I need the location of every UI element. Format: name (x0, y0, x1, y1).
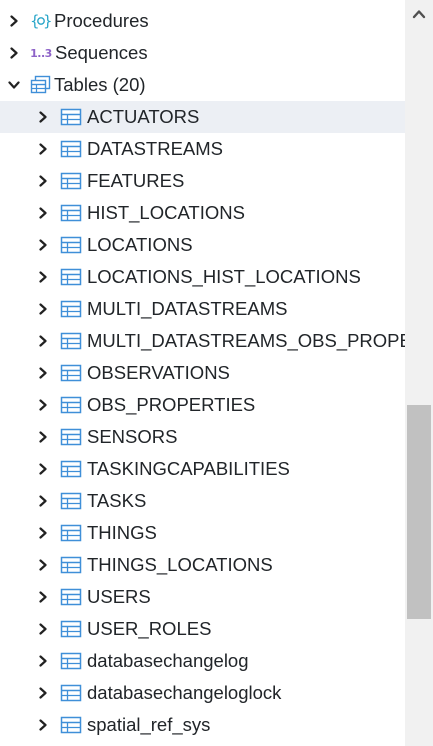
table-node[interactable]: HIST_LOCATIONS (0, 197, 405, 229)
table-icon (60, 331, 82, 351)
chevron-right-icon[interactable] (35, 653, 51, 669)
table-icon (60, 651, 82, 671)
tree-node-label: Procedures (54, 10, 149, 31)
table-node-label: MULTI_DATASTREAMS_OBS_PROPE (87, 330, 405, 351)
table-node-label: HIST_LOCATIONS (87, 202, 245, 223)
table-node[interactable]: TASKINGCAPABILITIES (0, 453, 405, 485)
table-icon (60, 459, 82, 479)
table-node[interactable]: MULTI_DATASTREAMS_OBS_PROPE (0, 325, 405, 357)
table-node[interactable]: THINGS_LOCATIONS (0, 549, 405, 581)
chevron-up-icon (412, 10, 426, 19)
table-icon (60, 555, 82, 575)
table-node-label: DATASTREAMS (87, 138, 224, 159)
table-node[interactable]: DATASTREAMS (0, 133, 405, 165)
table-node-label: OBS_PROPERTIES (87, 394, 256, 415)
table-node-label: spatial_ref_sys (87, 714, 211, 735)
chevron-right-icon[interactable] (35, 429, 51, 445)
table-icon (60, 299, 82, 319)
table-node[interactable]: THINGS (0, 517, 405, 549)
chevron-down-icon[interactable] (6, 77, 22, 93)
table-icon (60, 139, 82, 159)
tree-node-label: Sequences (55, 42, 148, 63)
chevron-right-icon[interactable] (35, 493, 51, 509)
table-node[interactable]: LOCATIONS (0, 229, 405, 261)
chevron-right-icon[interactable] (35, 237, 51, 253)
object-explorer-tree: { } Procedures 1..3 Sequences Tables (20… (0, 0, 405, 746)
table-icon (60, 171, 82, 191)
vertical-scrollbar[interactable] (405, 0, 433, 746)
table-node-label: THINGS_LOCATIONS (87, 554, 273, 575)
chevron-right-icon[interactable] (35, 109, 51, 125)
table-node-label: databasechangeloglock (87, 682, 282, 703)
table-node-label: USERS (87, 586, 151, 607)
chevron-right-icon[interactable] (35, 269, 51, 285)
chevron-right-icon[interactable] (35, 589, 51, 605)
scroll-up-button[interactable] (405, 0, 433, 28)
chevron-right-icon[interactable] (35, 461, 51, 477)
table-icon (60, 235, 82, 255)
table-icon (60, 267, 82, 287)
table-icon (60, 619, 82, 639)
table-node-label: OBSERVATIONS (87, 362, 230, 383)
tables-icon (30, 75, 52, 95)
table-node[interactable]: USER_ROLES (0, 613, 405, 645)
table-node[interactable]: FEATURES (0, 165, 405, 197)
table-icon (60, 587, 82, 607)
table-node[interactable]: databasechangeloglock (0, 677, 405, 709)
table-icon (60, 683, 82, 703)
sequences-icon: 1..3 (30, 46, 52, 60)
table-node[interactable]: spatial_ref_sys (0, 709, 405, 741)
chevron-right-icon[interactable] (35, 621, 51, 637)
chevron-right-icon[interactable] (35, 557, 51, 573)
table-node-label: SENSORS (87, 426, 178, 447)
table-icon (60, 491, 82, 511)
table-node[interactable]: USERS (0, 581, 405, 613)
chevron-right-icon[interactable] (35, 141, 51, 157)
tree-node-procedures[interactable]: { } Procedures (0, 5, 405, 37)
table-node[interactable]: MULTI_DATASTREAMS (0, 293, 405, 325)
table-node[interactable]: ACTUATORS (0, 101, 405, 133)
chevron-right-icon[interactable] (35, 333, 51, 349)
chevron-right-icon[interactable] (35, 301, 51, 317)
table-icon (60, 427, 82, 447)
chevron-right-icon[interactable] (35, 717, 51, 733)
table-node-label: USER_ROLES (87, 618, 212, 639)
procedures-icon: { } (30, 11, 52, 31)
table-node-label: FEATURES (87, 170, 185, 191)
chevron-right-icon[interactable] (35, 525, 51, 541)
table-icon (60, 203, 82, 223)
tree-node-label: Tables (20) (54, 74, 146, 95)
table-node-label: databasechangelog (87, 650, 249, 671)
table-node-label: MULTI_DATASTREAMS (87, 298, 288, 319)
table-node[interactable]: TASKS (0, 485, 405, 517)
table-icon (60, 715, 82, 735)
table-node[interactable]: LOCATIONS_HIST_LOCATIONS (0, 261, 405, 293)
table-node-label: LOCATIONS_HIST_LOCATIONS (87, 266, 361, 287)
table-node-label: ACTUATORS (87, 106, 200, 127)
table-node[interactable]: OBSERVATIONS (0, 357, 405, 389)
chevron-right-icon[interactable] (35, 397, 51, 413)
chevron-right-icon[interactable] (35, 205, 51, 221)
table-node[interactable]: SENSORS (0, 421, 405, 453)
tree-node-sequences[interactable]: 1..3 Sequences (0, 37, 405, 69)
chevron-right-icon[interactable] (35, 685, 51, 701)
chevron-right-icon[interactable] (6, 45, 22, 61)
table-node[interactable]: databasechangelog (0, 645, 405, 677)
tree-node-tables[interactable]: Tables (20) (0, 69, 405, 101)
table-node[interactable]: OBS_PROPERTIES (0, 389, 405, 421)
chevron-right-icon[interactable] (35, 173, 51, 189)
table-node-label: TASKINGCAPABILITIES (87, 458, 290, 479)
chevron-right-icon[interactable] (6, 13, 22, 29)
table-icon (60, 523, 82, 543)
table-node-label: TASKS (87, 490, 147, 511)
table-node-label: LOCATIONS (87, 234, 193, 255)
chevron-right-icon[interactable] (35, 365, 51, 381)
scroll-down-button[interactable] (405, 718, 433, 746)
table-icon (60, 395, 82, 415)
table-icon (60, 107, 82, 127)
scrollbar-thumb[interactable] (407, 405, 431, 619)
table-icon (60, 363, 82, 383)
table-node-label: THINGS (87, 522, 157, 543)
